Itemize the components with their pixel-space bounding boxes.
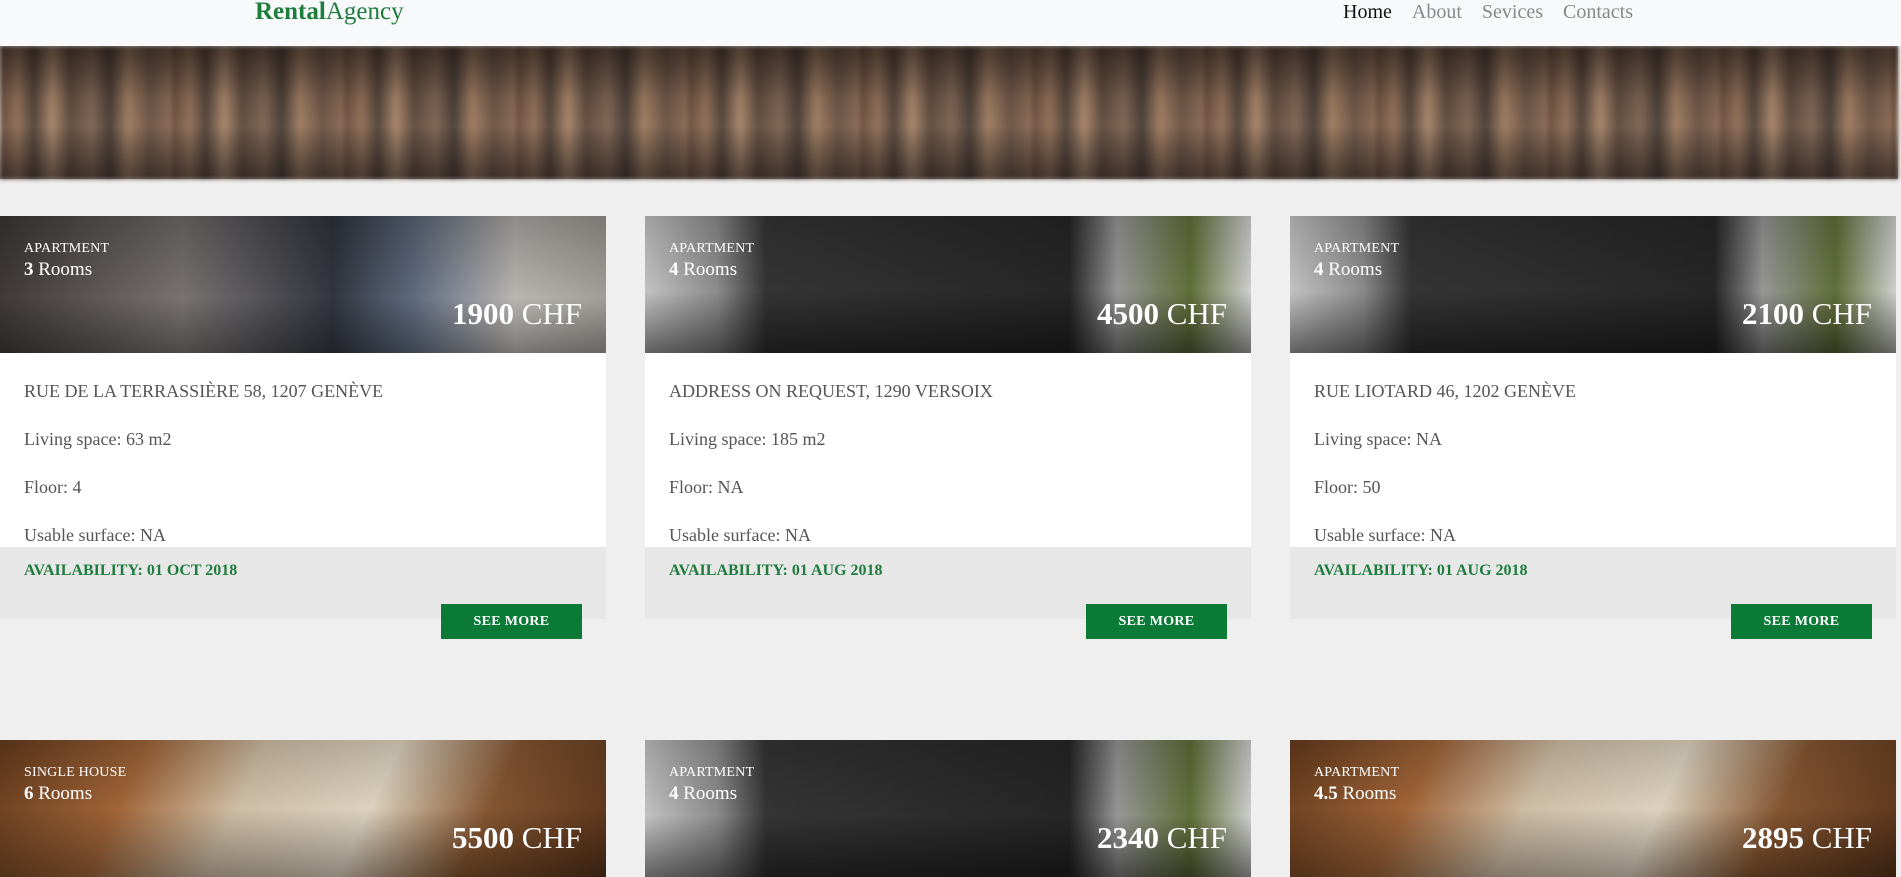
availability: AVAILABILITY: 01 OCT 2018 [24, 562, 238, 579]
room-count: 4 Rooms [669, 259, 738, 280]
listing-photo[interactable]: APARTMENT 4 Rooms 2100 CHF [1290, 216, 1896, 353]
living-space: Living space: NA [1314, 429, 1442, 449]
price: 2895 CHF [1741, 820, 1872, 855]
property-type: APARTMENT [1314, 765, 1400, 780]
address: ADDRESS ON REQUEST, 1290 VERSOIX [669, 381, 993, 401]
brand-logo[interactable]: RentalAgency [255, 0, 404, 28]
listing-card: APARTMENT 4.5 Rooms 2895 CHF [1290, 740, 1896, 877]
listing-photo[interactable]: SINGLE HOUSE 6 Rooms 5500 CHF [0, 740, 606, 877]
listing-photo[interactable]: APARTMENT 4.5 Rooms 2895 CHF [1290, 740, 1896, 877]
nav-about[interactable]: About [1412, 0, 1462, 27]
floor: Floor: NA [669, 477, 744, 497]
nav-links: Home About Sevices Contacts [1343, 0, 1633, 27]
listing-footer: AVAILABILITY: 01 AUG 2018 SEE MORE [1290, 547, 1896, 639]
property-type: APARTMENT [669, 765, 755, 780]
property-type: APARTMENT [1314, 241, 1400, 256]
listing-photo[interactable]: APARTMENT 4 Rooms 4500 CHF [645, 216, 1251, 353]
usable-surface: Usable surface: NA [1314, 525, 1456, 545]
nav-contacts[interactable]: Contacts [1563, 0, 1633, 27]
listing-details: RUE LIOTARD 46, 1202 GENÈVE Living space… [1290, 353, 1896, 547]
room-count: 4 Rooms [669, 783, 738, 804]
nav-services[interactable]: Sevices [1482, 0, 1543, 27]
property-type: APARTMENT [24, 241, 110, 256]
price: 2340 CHF [1096, 820, 1227, 855]
see-more-button[interactable]: SEE MORE [1086, 604, 1227, 639]
availability: AVAILABILITY: 01 AUG 2018 [669, 562, 883, 579]
hero-overlay [0, 46, 1898, 179]
nav-home[interactable]: Home [1343, 0, 1392, 27]
room-count: 3 Rooms [24, 259, 93, 280]
floor: Floor: 4 [24, 477, 82, 497]
listing-card: APARTMENT 4 Rooms 4500 CHF ADDRESS ON RE… [645, 216, 1251, 639]
listing-details: ADDRESS ON REQUEST, 1290 VERSOIX Living … [645, 353, 1251, 547]
navbar: RentalAgency Home About Sevices Contacts [0, 0, 1901, 46]
room-count: 6 Rooms [24, 783, 93, 804]
listing-card: APARTMENT 3 Rooms 1900 CHF RUE DE LA TER… [0, 216, 606, 639]
listing-card: SINGLE HOUSE 6 Rooms 5500 CHF [0, 740, 606, 877]
listing-footer: AVAILABILITY: 01 AUG 2018 SEE MORE [645, 547, 1251, 639]
living-space: Living space: 185 m2 [669, 429, 826, 449]
price: 5500 CHF [451, 820, 582, 855]
see-more-button[interactable]: SEE MORE [441, 604, 582, 639]
floor: Floor: 50 [1314, 477, 1381, 497]
property-type: SINGLE HOUSE [24, 765, 127, 780]
address: RUE LIOTARD 46, 1202 GENÈVE [1314, 381, 1577, 401]
room-count: 4 Rooms [1314, 259, 1383, 280]
property-type: APARTMENT [669, 241, 755, 256]
price: 1900 CHF [451, 296, 582, 331]
listing-card: APARTMENT 4 Rooms 2340 CHF [645, 740, 1251, 877]
usable-surface: Usable surface: NA [669, 525, 811, 545]
listing-details: RUE DE LA TERRASSIÈRE 58, 1207 GENÈVE Li… [0, 353, 606, 547]
see-more-button[interactable]: SEE MORE [1731, 604, 1872, 639]
address: RUE DE LA TERRASSIÈRE 58, 1207 GENÈVE [24, 381, 384, 401]
price: 2100 CHF [1741, 296, 1872, 331]
listing-photo[interactable]: APARTMENT 4 Rooms 2340 CHF [645, 740, 1251, 877]
room-count: 4.5 Rooms [1314, 783, 1397, 804]
listing-footer: AVAILABILITY: 01 OCT 2018 SEE MORE [0, 547, 606, 639]
listing-photo[interactable]: APARTMENT 3 Rooms 1900 CHF [0, 216, 606, 353]
availability: AVAILABILITY: 01 AUG 2018 [1314, 562, 1528, 579]
price: 4500 CHF [1096, 296, 1227, 331]
living-space: Living space: 63 m2 [24, 429, 172, 449]
usable-surface: Usable surface: NA [24, 525, 166, 545]
listing-card: APARTMENT 4 Rooms 2100 CHF RUE LIOTARD 4… [1290, 216, 1896, 639]
